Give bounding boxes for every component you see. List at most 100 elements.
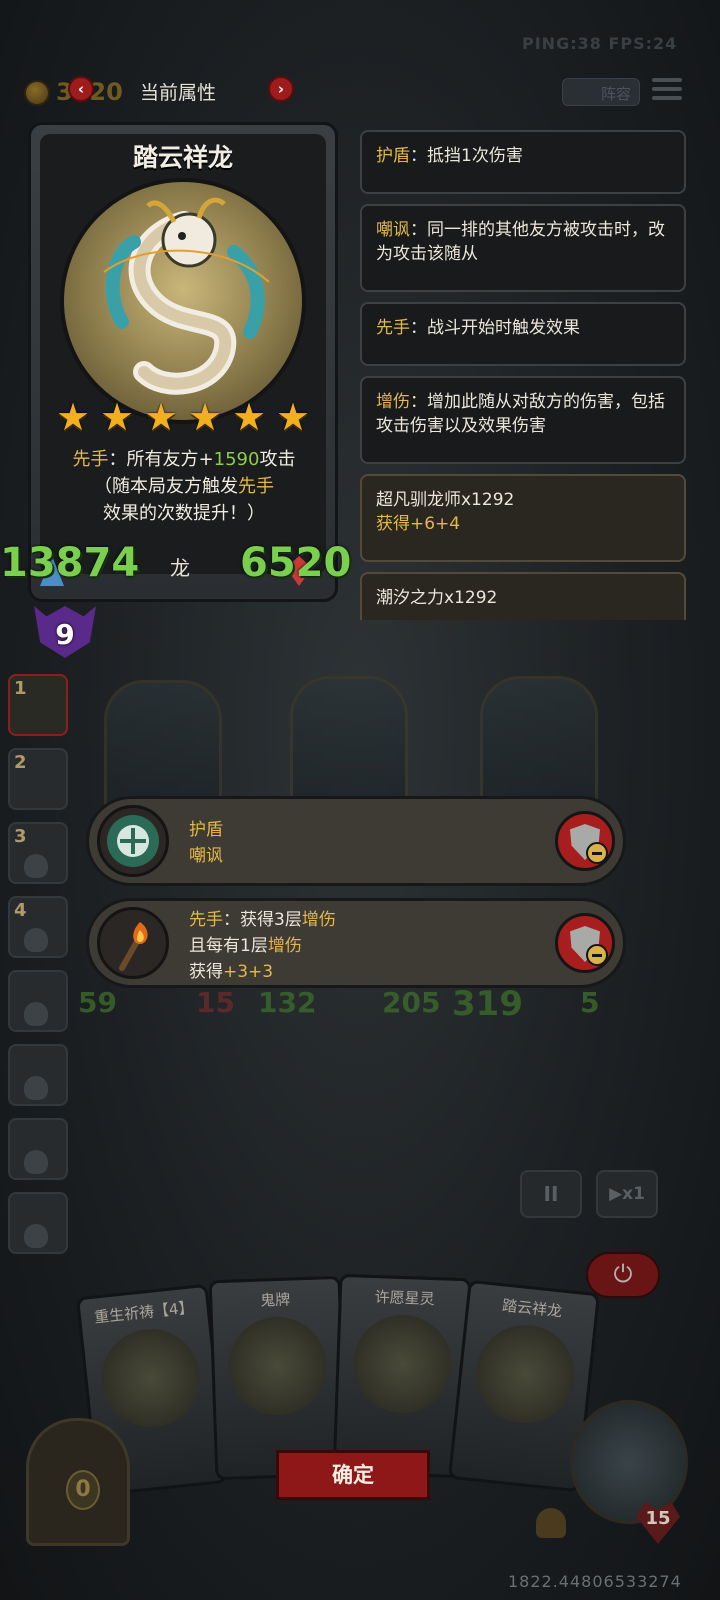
hand-card-title: 重生祈祷【4】 bbox=[93, 1298, 195, 1327]
desc-text: （随本局友方触发 bbox=[94, 476, 238, 497]
board-stat: 319 bbox=[452, 984, 523, 1024]
popup-line: 护盾 bbox=[189, 820, 223, 840]
star-rating: ★ ★ ★ ★ ★ ★ bbox=[54, 398, 312, 438]
prev-arrow-button[interactable]: ‹ bbox=[68, 76, 94, 102]
side-slot-3[interactable]: 3 bbox=[8, 822, 68, 884]
desc-text: ：所有友方+ bbox=[108, 449, 214, 470]
slot-number: 3 bbox=[14, 826, 27, 847]
popup-keyword: 先手 bbox=[189, 910, 223, 930]
skull-icon bbox=[24, 854, 48, 878]
confirm-button[interactable]: 确定 bbox=[276, 1450, 430, 1500]
speed-button[interactable]: ▶x1 bbox=[596, 1170, 658, 1218]
coin-icon bbox=[24, 80, 50, 106]
keyword-box-damage-boost: 增伤：增加此随从对敌方的伤害，包括攻击伤害以及效果伤害 bbox=[360, 376, 686, 464]
star-icon: ★ bbox=[55, 395, 91, 439]
board-stat: 132 bbox=[258, 986, 317, 1019]
keyword-text: ：同一排的其他友方被攻击时，改为攻击该随从 bbox=[376, 220, 665, 264]
buff-box: 潮汐之力x1292 bbox=[360, 572, 686, 620]
star-icon: ★ bbox=[187, 395, 223, 439]
popup-line: 获得 bbox=[189, 962, 223, 982]
power-button[interactable]: ⏻ bbox=[586, 1252, 660, 1298]
desc-text: 效果的次数提升！） bbox=[103, 503, 265, 524]
side-slot-7[interactable] bbox=[8, 1118, 68, 1180]
side-slot-8[interactable] bbox=[8, 1192, 68, 1254]
buff-gain: 获得+6+4 bbox=[376, 514, 461, 534]
popup-line: 嘲讽 bbox=[189, 846, 223, 866]
card-art bbox=[351, 1313, 454, 1415]
skull-icon bbox=[24, 1150, 48, 1174]
card-name: 踏云祥龙 bbox=[132, 143, 233, 172]
card-art bbox=[471, 1320, 580, 1428]
slot-number: 1 bbox=[14, 678, 27, 699]
side-slot-5[interactable] bbox=[8, 970, 68, 1032]
slot-number: 4 bbox=[14, 900, 27, 921]
popup-value: +3+3 bbox=[223, 962, 274, 982]
keyword-text: ：抵挡1次伤害 bbox=[410, 146, 523, 166]
remove-effect-button[interactable] bbox=[555, 913, 615, 973]
coordinate-readout: 1822.44806533274 bbox=[508, 1572, 682, 1591]
keyword-name: 护盾 bbox=[376, 146, 410, 166]
slot-number: 2 bbox=[14, 752, 27, 773]
skull-icon bbox=[24, 1224, 48, 1248]
side-slot-4[interactable]: 4 bbox=[8, 896, 68, 958]
keyword-name: 嘲讽 bbox=[376, 220, 410, 240]
minus-icon bbox=[586, 842, 608, 864]
star-icon: ★ bbox=[143, 395, 179, 439]
hand-card-title: 踏云祥龙 bbox=[501, 1296, 563, 1321]
card-tribe: 龙 bbox=[170, 556, 190, 580]
hand-card-title: 许愿星灵 bbox=[374, 1288, 436, 1309]
health-value: 6520 bbox=[240, 540, 352, 586]
panel-title: 当前属性 bbox=[140, 82, 217, 104]
buff-source: 潮汐之力x1292 bbox=[376, 588, 498, 608]
shield-taunt-emblem-icon bbox=[97, 805, 169, 877]
hand-card-title: 鬼牌 bbox=[259, 1290, 291, 1310]
pause-button[interactable]: II bbox=[520, 1170, 582, 1218]
keyword-name: 增伤 bbox=[376, 392, 410, 412]
dragon-portrait bbox=[60, 178, 306, 424]
star-icon: ★ bbox=[99, 395, 135, 439]
skull-icon bbox=[24, 1076, 48, 1100]
popup-line: 且每有1层 bbox=[189, 936, 268, 956]
next-arrow-button[interactable]: › bbox=[268, 76, 294, 102]
side-slot-1[interactable]: 1 bbox=[8, 674, 68, 736]
effect-popup-1: 护盾 嘲讽 bbox=[86, 796, 626, 886]
skull-icon bbox=[24, 1002, 48, 1026]
lineup-button[interactable]: 阵容 bbox=[562, 78, 640, 106]
tavern-level: 9 bbox=[55, 618, 75, 651]
desc-keyword: 先手 bbox=[238, 476, 274, 497]
board-stat: 5 bbox=[580, 986, 600, 1019]
skull-icon bbox=[24, 928, 48, 952]
desc-value: 1590 bbox=[213, 449, 260, 470]
card-description: 先手：所有友方+1590攻击 （随本局友方触发先手 效果的次数提升！） bbox=[44, 446, 324, 527]
bell-icon[interactable] bbox=[536, 1508, 566, 1538]
attack-value: 13874 bbox=[0, 540, 140, 586]
desc-keyword: 先手 bbox=[72, 449, 109, 470]
board-stat: 205 bbox=[382, 986, 441, 1019]
popup-line: ：获得3层 bbox=[223, 910, 302, 930]
keyword-text: ：增加此随从对敌方的伤害，包括攻击伤害以及效果伤害 bbox=[376, 392, 665, 436]
keyword-box-taunt: 嘲讽：同一排的其他友方被攻击时，改为攻击该随从 bbox=[360, 204, 686, 292]
minus-icon bbox=[586, 944, 608, 966]
torch-icon bbox=[97, 907, 169, 979]
card-art bbox=[226, 1315, 329, 1417]
side-slot-6[interactable] bbox=[8, 1044, 68, 1106]
popup-keyword: 增伤 bbox=[301, 910, 336, 930]
keyword-box-first-strike: 先手：战斗开始时触发效果 bbox=[360, 302, 686, 366]
board-stat: 15 bbox=[196, 986, 235, 1019]
gold-count: 0 bbox=[66, 1470, 100, 1510]
keyword-box-shield: 护盾：抵挡1次伤害 bbox=[360, 130, 686, 194]
effect-popup-2: 先手：获得3层增伤 且每有1层增伤 获得+3+3 bbox=[86, 898, 626, 988]
card-art bbox=[96, 1324, 205, 1432]
keyword-text: ：战斗开始时触发效果 bbox=[410, 318, 580, 338]
ping-fps-readout: PING:38 FPS:24 bbox=[522, 34, 678, 53]
popup-keyword: 增伤 bbox=[267, 936, 302, 956]
desc-text: 攻击 bbox=[259, 449, 296, 470]
keyword-name: 先手 bbox=[376, 318, 410, 338]
hero-health: 15 bbox=[645, 1508, 671, 1529]
board-stat: 59 bbox=[78, 986, 117, 1019]
side-slot-2[interactable]: 2 bbox=[8, 748, 68, 810]
star-icon: ★ bbox=[231, 395, 267, 439]
menu-icon[interactable] bbox=[652, 78, 682, 104]
remove-effect-button[interactable] bbox=[555, 811, 615, 871]
buff-box: 超凡驯龙师x1292 获得+6+4 bbox=[360, 474, 686, 562]
